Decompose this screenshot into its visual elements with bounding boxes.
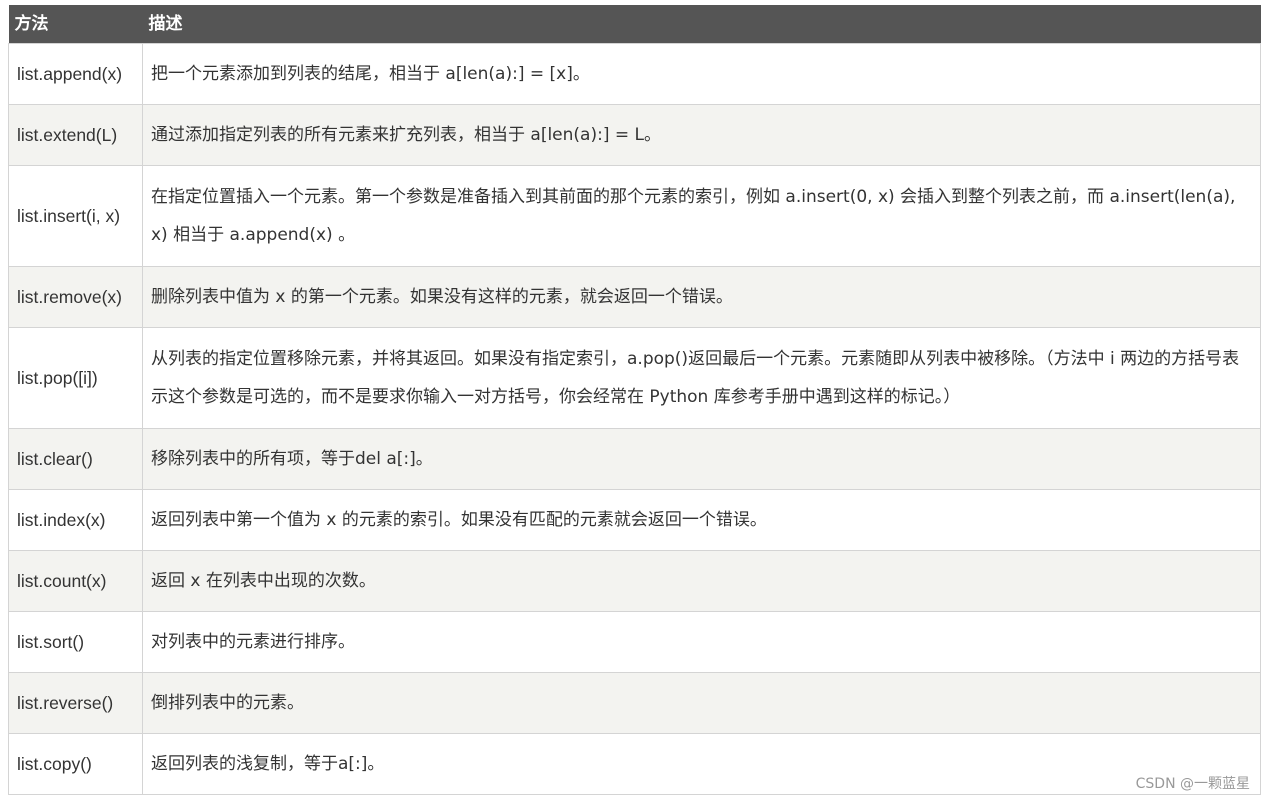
csdn-watermark: CSDN @一颗蓝星 — [1135, 776, 1250, 792]
method-cell: list.count(x) — [8, 550, 143, 612]
method-column-header: 方法 — [8, 5, 143, 44]
description-cell: 返回列表中第一个值为 x 的元素的索引。如果没有匹配的元素就会返回一个错误。 — [142, 489, 1261, 551]
method-cell: list.remove(x) — [8, 266, 143, 328]
method-cell: list.append(x) — [8, 43, 143, 105]
description-cell: 删除列表中值为 x 的第一个元素。如果没有这样的元素，就会返回一个错误。 — [142, 266, 1261, 328]
description-cell: 返回 x 在列表中出现的次数。 — [142, 550, 1261, 612]
list-methods-table-container: 方法 描述 list.append(x) 把一个元素添加到列表的结尾，相当于 a… — [8, 5, 1261, 795]
table-row: list.copy() 返回列表的浅复制，等于a[:]。 — [8, 733, 1261, 795]
list-methods-table: 方法 描述 list.append(x) 把一个元素添加到列表的结尾，相当于 a… — [8, 5, 1261, 795]
method-cell: list.clear() — [8, 428, 143, 490]
table-row: list.pop([i]) 从列表的指定位置移除元素，并将其返回。如果没有指定索… — [8, 327, 1261, 429]
description-cell: 倒排列表中的元素。 — [142, 672, 1261, 734]
method-cell: list.insert(i, x) — [8, 165, 143, 267]
description-cell: 返回列表的浅复制，等于a[:]。 — [142, 733, 1261, 795]
method-cell: list.copy() — [8, 733, 143, 795]
description-cell: 通过添加指定列表的所有元素来扩充列表，相当于 a[len(a):] = L。 — [142, 104, 1261, 166]
table-row: list.extend(L) 通过添加指定列表的所有元素来扩充列表，相当于 a[… — [8, 104, 1261, 166]
description-cell: 在指定位置插入一个元素。第一个参数是准备插入到其前面的那个元素的索引，例如 a.… — [142, 165, 1261, 267]
header-row: 方法 描述 — [8, 5, 1261, 44]
table-row: list.sort() 对列表中的元素进行排序。 — [8, 611, 1261, 673]
table-row: list.remove(x) 删除列表中值为 x 的第一个元素。如果没有这样的元… — [8, 266, 1261, 328]
table-body: list.append(x) 把一个元素添加到列表的结尾，相当于 a[len(a… — [8, 43, 1261, 795]
table-row: list.insert(i, x) 在指定位置插入一个元素。第一个参数是准备插入… — [8, 165, 1261, 267]
description-cell: 对列表中的元素进行排序。 — [142, 611, 1261, 673]
method-cell: list.extend(L) — [8, 104, 143, 166]
table-row: list.reverse() 倒排列表中的元素。 — [8, 672, 1261, 734]
table-row: list.index(x) 返回列表中第一个值为 x 的元素的索引。如果没有匹配… — [8, 489, 1261, 551]
table-row: list.clear() 移除列表中的所有项，等于del a[:]。 — [8, 428, 1261, 490]
method-cell: list.index(x) — [8, 489, 143, 551]
method-cell: list.pop([i]) — [8, 327, 143, 429]
table-header: 方法 描述 — [8, 5, 1261, 44]
description-column-header: 描述 — [142, 5, 1261, 44]
table-row: list.append(x) 把一个元素添加到列表的结尾，相当于 a[len(a… — [8, 43, 1261, 105]
table-row: list.count(x) 返回 x 在列表中出现的次数。 — [8, 550, 1261, 612]
description-cell: 把一个元素添加到列表的结尾，相当于 a[len(a):] = [x]。 — [142, 43, 1261, 105]
description-cell: 移除列表中的所有项，等于del a[:]。 — [142, 428, 1261, 490]
description-cell: 从列表的指定位置移除元素，并将其返回。如果没有指定索引，a.pop()返回最后一… — [142, 327, 1261, 429]
method-cell: list.sort() — [8, 611, 143, 673]
method-cell: list.reverse() — [8, 672, 143, 734]
